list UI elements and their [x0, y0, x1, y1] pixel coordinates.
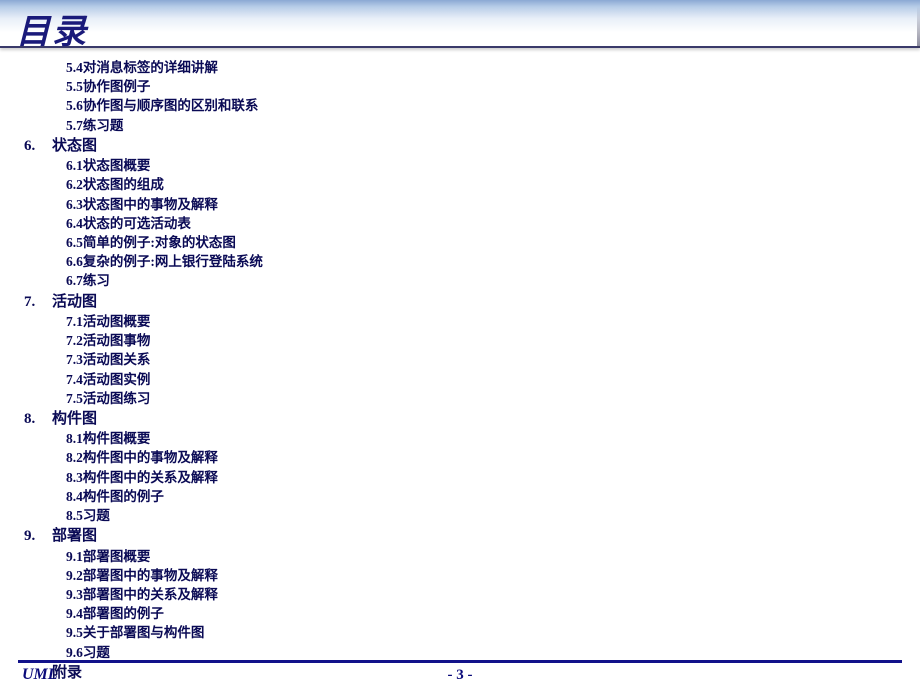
- toc-item: 8.1构件图概要: [66, 430, 896, 448]
- toc-item: 6.3状态图中的事物及解释: [66, 196, 896, 214]
- footer: UML - 3 -: [0, 660, 920, 690]
- chapter-items: 6.1状态图概要 6.2状态图的组成 6.3状态图中的事物及解释 6.4状态的可…: [24, 157, 896, 291]
- toc-item: 6.4状态的可选活动表: [66, 215, 896, 233]
- toc-item: 9.2部署图中的事物及解释: [66, 567, 896, 585]
- toc-content: 5.4对消息标签的详细讲解 5.5协作图例子 5.6协作图与顺序图的区别和联系 …: [0, 48, 920, 683]
- toc-item: 7.5活动图练习: [66, 390, 896, 408]
- chapter-items: 7.1活动图概要 7.2活动图事物 7.3活动图关系 7.4活动图实例 7.5活…: [24, 313, 896, 408]
- toc-item: 6.7练习: [66, 272, 896, 290]
- chapter-heading: 9. 部署图: [24, 526, 896, 546]
- footer-left: UML: [0, 666, 58, 684]
- toc-item: 9.3部署图中的关系及解释: [66, 586, 896, 604]
- toc-item: 9.4部署图的例子: [66, 605, 896, 623]
- toc-item: 5.6协作图与顺序图的区别和联系: [66, 97, 896, 115]
- toc-item: 6.6复杂的例子:网上银行登陆系统: [66, 253, 896, 271]
- toc-item: 9.5关于部署图与构件图: [66, 624, 896, 642]
- chapter-title: 构件图: [52, 409, 97, 429]
- toc-item: 8.2构件图中的事物及解释: [66, 449, 896, 467]
- chapter-title: 状态图: [52, 136, 97, 156]
- chapter-number: 9.: [24, 526, 52, 546]
- chapter-heading: 8. 构件图: [24, 409, 896, 429]
- footer-divider: [18, 660, 902, 663]
- toc-item: 5.4对消息标签的详细讲解: [66, 59, 896, 77]
- toc-item: 6.2状态图的组成: [66, 176, 896, 194]
- chapter-heading: 7. 活动图: [24, 292, 896, 312]
- toc-item: 8.4构件图的例子: [66, 488, 896, 506]
- toc-item: 7.4活动图实例: [66, 371, 896, 389]
- chapter-number: 7.: [24, 292, 52, 312]
- chapter-number: 6.: [24, 136, 52, 156]
- chapter-heading: 6. 状态图: [24, 136, 896, 156]
- toc-item: 8.5习题: [66, 507, 896, 525]
- chapter-items: 8.1构件图概要 8.2构件图中的事物及解释 8.3构件图中的关系及解释 8.4…: [24, 430, 896, 525]
- title-bar: 目录: [0, 0, 920, 48]
- page-title: 目录: [0, 0, 920, 53]
- toc-item: 8.3构件图中的关系及解释: [66, 469, 896, 487]
- toc-item: 9.1部署图概要: [66, 548, 896, 566]
- page-number: - 3 -: [448, 667, 473, 684]
- toc-item: 7.2活动图事物: [66, 332, 896, 350]
- toc-item: 6.5简单的例子:对象的状态图: [66, 234, 896, 252]
- chapter-title: 活动图: [52, 292, 97, 312]
- pre-items: 5.4对消息标签的详细讲解 5.5协作图例子 5.6协作图与顺序图的区别和联系 …: [24, 59, 896, 135]
- chapter-number: 8.: [24, 409, 52, 429]
- toc-item: 5.7练习题: [66, 117, 896, 135]
- toc-item: 7.3活动图关系: [66, 351, 896, 369]
- chapter-title: 部署图: [52, 526, 97, 546]
- chapter-items: 9.1部署图概要 9.2部署图中的事物及解释 9.3部署图中的关系及解释 9.4…: [24, 548, 896, 662]
- toc-item: 7.1活动图概要: [66, 313, 896, 331]
- toc-item: 6.1状态图概要: [66, 157, 896, 175]
- toc-item: 5.5协作图例子: [66, 78, 896, 96]
